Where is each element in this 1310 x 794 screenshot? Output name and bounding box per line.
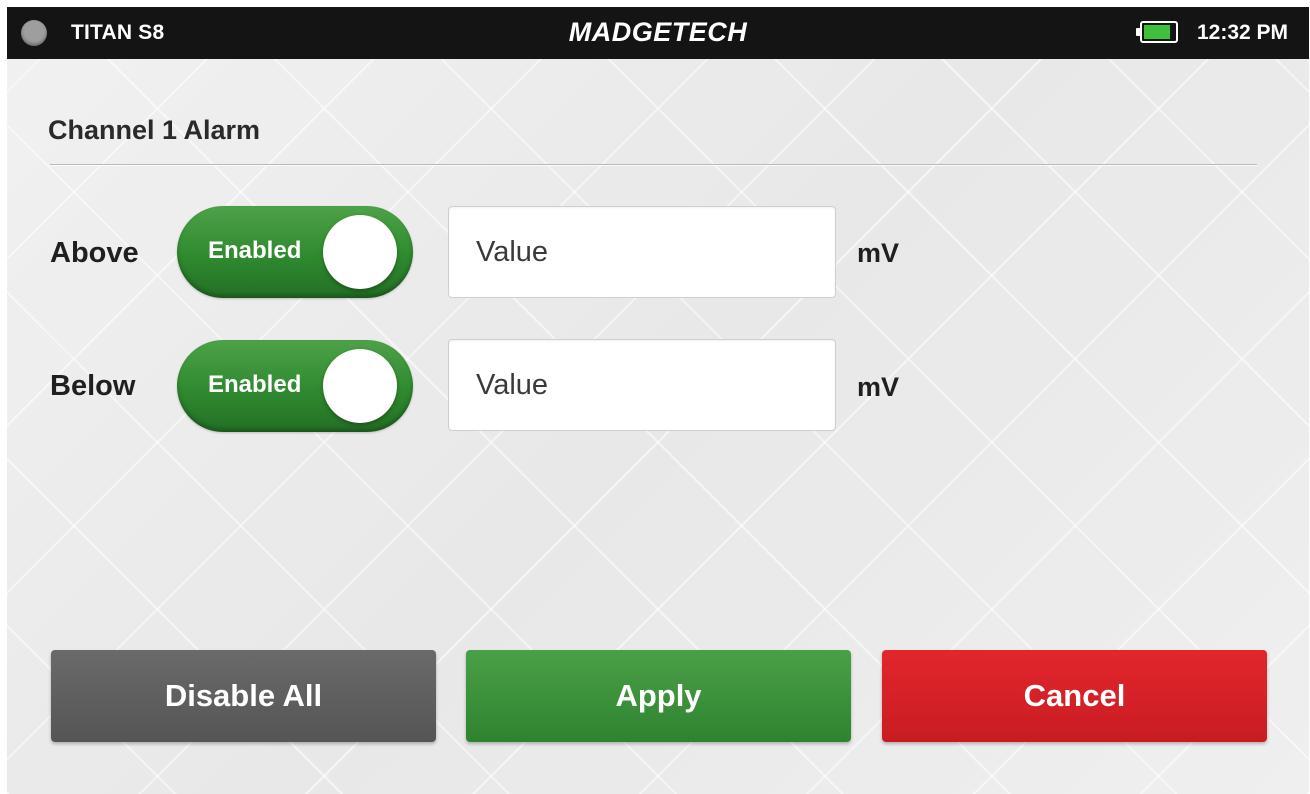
status-bar: TITAN S8 MADGETECH 12:32 PM xyxy=(7,7,1309,59)
title-divider xyxy=(50,164,1257,165)
above-toggle-label: Enabled xyxy=(208,237,302,264)
above-toggle-knob xyxy=(323,215,397,289)
cancel-button[interactable]: Cancel xyxy=(882,650,1267,742)
above-value-input[interactable] xyxy=(448,206,836,298)
battery-level-fill xyxy=(1144,25,1170,39)
device-screen: TITAN S8 MADGETECH 12:32 PM Channel 1 Al… xyxy=(7,7,1309,794)
below-value-input[interactable] xyxy=(448,339,836,431)
clock: 12:32 PM xyxy=(1197,21,1289,44)
above-enable-toggle[interactable]: Enabled xyxy=(177,206,413,298)
below-unit: mV xyxy=(857,372,900,402)
below-label: Below xyxy=(50,370,136,402)
above-label: Above xyxy=(50,237,139,269)
apply-button[interactable]: Apply xyxy=(466,650,851,742)
below-toggle-knob xyxy=(323,349,397,423)
disable-all-button[interactable]: Disable All xyxy=(51,650,436,742)
page-title: Channel 1 Alarm xyxy=(48,115,261,145)
battery-icon xyxy=(1136,21,1178,43)
below-enable-toggle[interactable]: Enabled xyxy=(177,340,413,432)
below-toggle-label: Enabled xyxy=(208,371,302,398)
brand-logo: MADGETECH xyxy=(568,17,748,47)
above-unit: mV xyxy=(857,238,900,268)
